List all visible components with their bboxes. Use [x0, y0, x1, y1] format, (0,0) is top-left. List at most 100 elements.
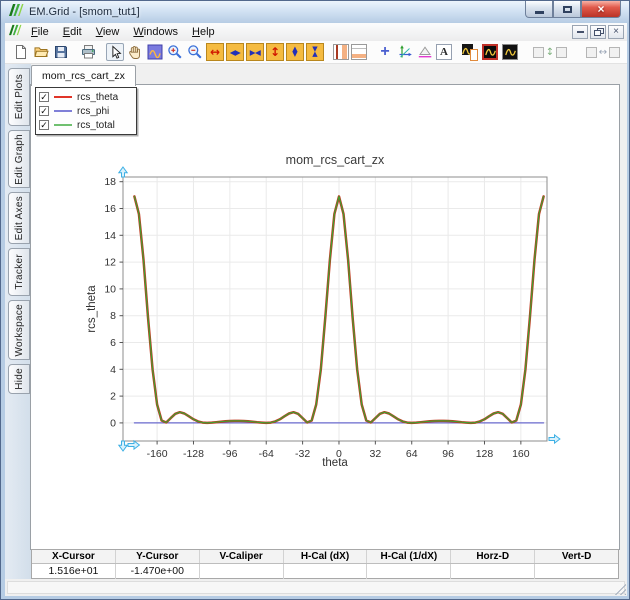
legend-checkbox-rcs_phi[interactable]: ✓: [39, 106, 49, 116]
add-marker-icon[interactable]: +: [376, 43, 394, 61]
y-compress-icon[interactable]: ▼▲: [306, 43, 324, 61]
legend-swatch-rcs_phi: [54, 110, 72, 112]
maximize-icon: [563, 6, 572, 13]
menu-view[interactable]: View: [89, 24, 127, 40]
chart-title: mom_rcs_cart_zx: [286, 153, 385, 167]
sidebar-tab-hide[interactable]: Hide: [8, 364, 30, 394]
maximize-button[interactable]: [553, 1, 581, 18]
save-file-icon[interactable]: [52, 43, 70, 61]
tick-label-y: 18: [104, 176, 116, 188]
mdi-minimize-button[interactable]: [572, 25, 588, 39]
sidebar-tab-label: Edit Axes: [14, 196, 25, 240]
x-expand-icon[interactable]: ◀▶: [226, 43, 244, 61]
legend-label: rcs_theta: [77, 92, 118, 103]
x-compress-icon[interactable]: ▶◀: [246, 43, 264, 61]
add-caliper-icon[interactable]: [416, 43, 434, 61]
tick-label-x: 64: [406, 448, 418, 460]
legend-swatch-rcs_theta: [54, 96, 72, 98]
legend-label: rcs_phi: [77, 106, 109, 117]
mdi-restore-icon: [594, 28, 603, 36]
add-text-icon[interactable]: A: [436, 44, 452, 60]
x-axis-left-handle-icon[interactable]: [128, 441, 139, 449]
sidebar-tab-tracker[interactable]: Tracker: [8, 248, 30, 296]
zoom-window-icon[interactable]: [146, 43, 164, 61]
title-bar[interactable]: EM.Grid - [smom_tut1] ×: [1, 1, 629, 23]
cursor-col-v-caliper: V-Caliper: [199, 550, 283, 563]
close-button[interactable]: ×: [581, 1, 621, 18]
tick-label-y: 2: [110, 391, 116, 403]
select-cursor-icon[interactable]: [106, 43, 124, 61]
tick-label-y: 8: [110, 310, 116, 322]
curve-style-red-icon[interactable]: [481, 43, 499, 61]
tick-label-x: 96: [442, 448, 454, 460]
tick-label-y: 10: [104, 283, 116, 295]
menu-windows[interactable]: Windows: [126, 24, 185, 40]
add-axes-icon[interactable]: [396, 43, 414, 61]
curve-style-plain-icon[interactable]: [501, 43, 519, 61]
status-bar-panel: [7, 581, 625, 594]
horizontal-margins-icon[interactable]: [351, 44, 367, 60]
tick-label-x: -64: [259, 448, 274, 460]
cursor-col-x-cursor: X-Cursor: [32, 550, 115, 563]
menu-help[interactable]: Help: [185, 24, 222, 40]
cursor-value: [366, 564, 450, 579]
mdi-close-button[interactable]: ×: [608, 25, 624, 39]
sidebar-tab-edit-graph[interactable]: Edit Graph: [8, 130, 30, 188]
window-controls: ×: [525, 1, 621, 18]
cursor-readout-table: X-CursorY-CursorV-CaliperH-Cal (dX)H-Cal…: [31, 549, 619, 579]
legend-swatch-rcs_total: [54, 124, 72, 126]
tick-label-x: 160: [512, 448, 530, 460]
cursor-value: -1.470e+00: [115, 564, 199, 579]
sidebar-tab-edit-plots[interactable]: Edit Plots: [8, 68, 30, 126]
legend-checkbox-rcs_total[interactable]: ✓: [39, 120, 49, 130]
mdi-restore-button[interactable]: [590, 25, 606, 39]
legend-row-rcs_phi: ✓ rcs_phi: [36, 104, 136, 118]
cursor-col-h-cal-dx-: H-Cal (dX): [283, 550, 367, 563]
legend-row-rcs_theta: ✓ rcs_theta: [36, 90, 136, 104]
y-full-scale-icon[interactable]: ↕: [266, 43, 284, 61]
menu-bar: FileEditViewWindowsHelp ×: [5, 23, 627, 41]
tick-label-y: 14: [104, 230, 116, 242]
sidebar-tab-workspace[interactable]: Workspace: [8, 300, 30, 360]
tick-label-y: 12: [104, 257, 116, 269]
h-spacing-controls[interactable]: ↔: [581, 43, 625, 61]
vertical-margins-icon[interactable]: [333, 44, 349, 60]
menu-edit[interactable]: Edit: [56, 24, 89, 40]
zoom-out-icon[interactable]: [186, 43, 204, 61]
tick-label-y: 6: [110, 337, 116, 349]
menu-file[interactable]: File: [24, 24, 56, 40]
sidebar-tab-label: Workspace: [14, 304, 25, 357]
legend-label: rcs_total: [77, 120, 115, 131]
minimize-button[interactable]: [525, 1, 553, 18]
menu-items: FileEditViewWindowsHelp: [24, 24, 222, 40]
x-full-scale-icon[interactable]: ↔: [206, 43, 224, 61]
tick-label-x: -96: [222, 448, 237, 460]
x-axis-right-handle-icon[interactable]: [549, 435, 560, 443]
cursor-col-vert-d: Vert-D: [534, 550, 618, 563]
zoom-in-icon[interactable]: [166, 43, 184, 61]
y-axis-top-handle-icon[interactable]: [119, 167, 127, 177]
print-icon[interactable]: [79, 43, 97, 61]
tick-label-y: 16: [104, 203, 116, 215]
status-bar: [5, 579, 627, 596]
sidebar-tab-edit-axes[interactable]: Edit Axes: [8, 192, 30, 244]
tick-label-x: 128: [476, 448, 494, 460]
new-file-icon[interactable]: [12, 43, 30, 61]
y-expand-icon[interactable]: ▲▼: [286, 43, 304, 61]
sidebar-tab-label: Edit Graph: [14, 134, 25, 185]
tab-mom-rcs-cart-zx[interactable]: mom_rcs_cart_zx: [31, 65, 136, 86]
y-axis-bottom-handle-icon[interactable]: [119, 441, 127, 451]
v-spacing-controls[interactable]: ↕: [528, 43, 572, 61]
legend-box[interactable]: ✓ rcs_theta ✓ rcs_phi ✓ rcs_total: [35, 87, 137, 135]
mdi-minimize-icon: [577, 31, 584, 33]
cursor-col-y-cursor: Y-Cursor: [115, 550, 199, 563]
legend-checkbox-rcs_theta[interactable]: ✓: [39, 92, 49, 102]
mdi-close-icon: ×: [613, 26, 619, 37]
cursor-value: [283, 564, 367, 579]
mdi-window-controls: ×: [572, 25, 624, 39]
pan-hand-icon[interactable]: [126, 43, 144, 61]
snapshot-icon[interactable]: [461, 43, 479, 61]
cursor-value: [199, 564, 283, 579]
open-file-icon[interactable]: [32, 43, 50, 61]
chart-canvas[interactable]: -160-128-96-64-3203264961281600246810121…: [31, 85, 619, 549]
